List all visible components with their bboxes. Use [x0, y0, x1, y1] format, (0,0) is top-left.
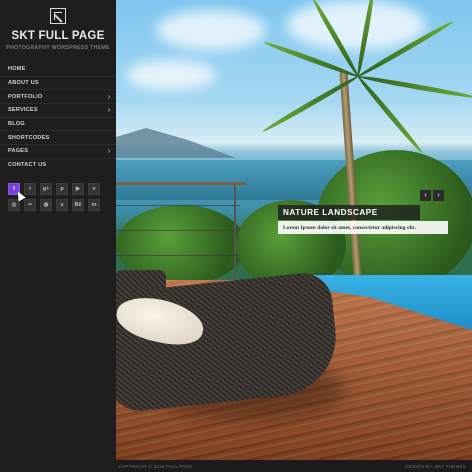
- social-row: ◎ •• ◍ s Bē in: [8, 199, 112, 211]
- nav-label: SERVICES: [8, 107, 38, 114]
- chevron-down-icon: [106, 94, 111, 99]
- sidebar: SKT FULL PAGE PHOTOGRAPHY WORDPRESS THEM…: [0, 0, 116, 472]
- mountain: [116, 128, 236, 158]
- nav-item-services[interactable]: SERVICES: [0, 103, 116, 117]
- nav-item-pages[interactable]: PAGES: [0, 144, 116, 158]
- nav-item-shortcodes[interactable]: SHORTCODES: [0, 130, 116, 144]
- nav-label: CONTACT US: [8, 162, 47, 169]
- slider-arrows: ‹ ›: [420, 190, 444, 201]
- vimeo-icon[interactable]: v: [88, 183, 100, 195]
- main-nav: HOME ABOUT US PORTFOLIO SERVICES BLOG SH…: [0, 62, 116, 172]
- nav-label: ABOUT US: [8, 80, 39, 87]
- footer: COPYRIGHT © 2016 FULL PAGE DESIGN BY: SK…: [116, 460, 472, 472]
- cloud: [156, 10, 266, 50]
- chevron-down-icon: [106, 108, 111, 113]
- skype-icon[interactable]: s: [56, 199, 68, 211]
- railing-wire: [116, 255, 240, 256]
- slide-caption-title: NATURE LANDSCAPE: [278, 205, 420, 220]
- copyright-text: COPYRIGHT © 2016 FULL PAGE: [118, 463, 193, 469]
- nav-item-contact-us[interactable]: CONTACT US: [0, 157, 116, 172]
- chevron-down-icon: [106, 149, 111, 154]
- cloud: [286, 0, 426, 50]
- nav-item-portfolio[interactable]: PORTFOLIO: [0, 89, 116, 103]
- behance-icon[interactable]: Bē: [72, 199, 84, 211]
- nav-item-blog[interactable]: BLOG: [0, 116, 116, 131]
- linkedin-icon[interactable]: in: [88, 199, 100, 211]
- youtube-icon[interactable]: ▶: [72, 183, 84, 195]
- foliage: [316, 150, 472, 290]
- railing-post: [234, 185, 236, 280]
- nav-label: HOME: [8, 65, 26, 72]
- site-title[interactable]: SKT FULL PAGE: [0, 30, 116, 42]
- cloud: [126, 60, 216, 90]
- slide-caption-text: Lorem Ipsum dolor sit amet, consectetur …: [278, 221, 448, 234]
- site-logo[interactable]: SKT FULL PAGE PHOTOGRAPHY WORDPRESS THEM…: [0, 0, 116, 51]
- flickr-icon[interactable]: ••: [24, 199, 36, 211]
- railing: [116, 182, 246, 185]
- railing-wire: [116, 205, 240, 206]
- site-tagline: PHOTOGRAPHY WORDPRESS THEME: [6, 45, 110, 51]
- logo-icon: [50, 8, 66, 24]
- slide-title: NATURE LANDSCAPE: [283, 208, 378, 217]
- nav-label: PORTFOLIO: [8, 93, 43, 100]
- google-plus-icon[interactable]: g+: [40, 183, 52, 195]
- slide-text: Lorem Ipsum dolor sit amet, consectetur …: [283, 224, 416, 231]
- pinterest-icon[interactable]: p: [56, 183, 68, 195]
- nav-item-about-us[interactable]: ABOUT US: [0, 75, 116, 90]
- social-links: f t g+ p ▶ v ◎ •• ◍ s Bē in: [8, 183, 112, 215]
- nav-label: BLOG: [8, 121, 25, 128]
- slider-next-button[interactable]: ›: [433, 190, 444, 201]
- twitter-icon[interactable]: t: [24, 183, 36, 195]
- design-credit[interactable]: DESIGN BY: SKT THEMES: [405, 464, 466, 469]
- slider-prev-button[interactable]: ‹: [420, 190, 431, 201]
- railing-wire: [116, 230, 240, 231]
- nav-label: SHORTCODES: [8, 134, 50, 141]
- dribbble-icon[interactable]: ◍: [40, 199, 52, 211]
- nav-item-home[interactable]: HOME: [0, 62, 116, 76]
- nav-label: PAGES: [8, 148, 29, 155]
